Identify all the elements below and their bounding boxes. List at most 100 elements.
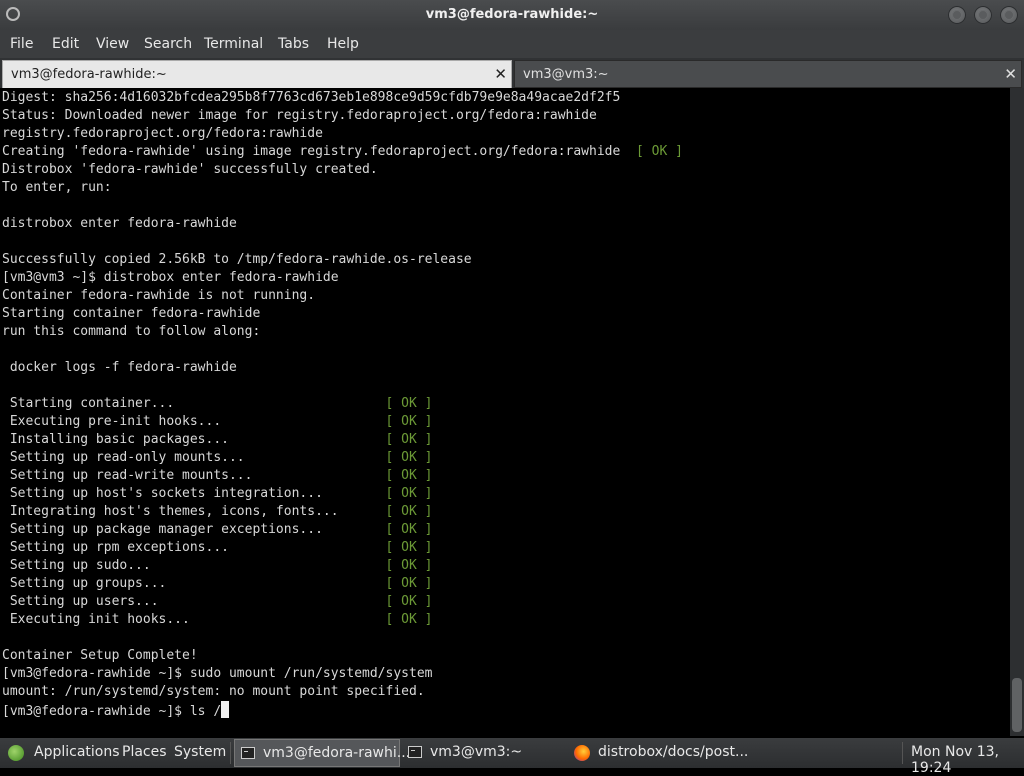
ok-status: [ OK ] [385, 504, 433, 519]
terminal-line: Executing init hooks... [ OK ] [2, 611, 433, 629]
ok-status: [ OK ] [385, 432, 433, 447]
tab-bar: vm3@fedora-rawhide:~ ✕ vm3@vm3:~ ✕ [0, 58, 1024, 88]
ok-status: [ OK ] [385, 540, 433, 555]
terminal-line: run this command to follow along: [2, 323, 260, 341]
close-window-icon[interactable] [1000, 6, 1018, 24]
terminal-line-text: Digest: sha256:4d16032bfcdea295b8f7763cd… [2, 90, 621, 105]
terminal-line-text: Setting up read-write mounts... [2, 468, 386, 483]
gnome-foot-icon [8, 745, 24, 761]
terminal-line: To enter, run: [2, 179, 112, 197]
terminal-output[interactable]: Digest: sha256:4d16032bfcdea295b8f7763cd… [0, 88, 1010, 736]
terminal-line-text: Setting up read-only mounts... [2, 450, 386, 465]
terminal-line-text: Container Setup Complete! [2, 648, 198, 663]
menu-terminal[interactable]: Terminal [204, 36, 263, 52]
terminal-line: Setting up package manager exceptions...… [2, 521, 433, 539]
applications-menu[interactable]: Applications [34, 744, 120, 760]
terminal-line: Container fedora-rawhide is not running. [2, 287, 315, 305]
terminal-line: Installing basic packages... [ OK ] [2, 431, 433, 449]
terminal-line-text: Setting up rpm exceptions... [2, 540, 386, 555]
terminal-line-text: To enter, run: [2, 180, 112, 195]
menu-bar: File Edit View Search Terminal Tabs Help [0, 30, 1024, 58]
terminal-line-text: Creating 'fedora-rawhide' using image re… [2, 144, 636, 159]
terminal-line-text: Container fedora-rawhide is not running. [2, 288, 316, 303]
terminal-line: Setting up host's sockets integration...… [2, 485, 433, 503]
terminal-line-text: Executing init hooks... [2, 612, 386, 627]
ok-status: [ OK ] [385, 558, 433, 573]
menu-view[interactable]: View [96, 36, 129, 52]
terminal-line-text: [vm3@fedora-rawhide ~]$ ls / [2, 704, 222, 719]
terminal-line: Successfully copied 2.56kB to /tmp/fedor… [2, 251, 472, 269]
terminal-icon [241, 747, 255, 759]
window-title: vm3@fedora-rawhide:~ [425, 7, 599, 22]
terminal-line-text: Setting up package manager exceptions... [2, 522, 386, 537]
terminal-line: Starting container fedora-rawhide [2, 305, 260, 323]
terminal-line-text: Setting up groups... [2, 576, 386, 591]
panel-separator [230, 742, 231, 764]
scrollbar-thumb[interactable] [1012, 678, 1022, 732]
terminal-line: Container Setup Complete! [2, 647, 198, 665]
terminal-line-text: [vm3@fedora-rawhide ~]$ sudo umount /run… [2, 666, 433, 681]
terminal-line: Status: Downloaded newer image for regis… [2, 107, 597, 125]
ok-status: [ OK ] [385, 468, 433, 483]
ok-status: [ OK ] [385, 576, 433, 591]
terminal-line: Starting container... [ OK ] [2, 395, 433, 413]
menu-file[interactable]: File [10, 36, 33, 52]
window-titlebar: vm3@fedora-rawhide:~ [0, 0, 1024, 30]
terminal-line: docker logs -f fedora-rawhide [2, 359, 237, 377]
tab-fedora-rawhide[interactable]: vm3@fedora-rawhide:~ ✕ [2, 60, 512, 88]
terminal-line-text: Status: Downloaded newer image for regis… [2, 108, 597, 123]
terminal-line: distrobox enter fedora-rawhide [2, 215, 237, 233]
taskbar-item-vm3-terminal[interactable]: vm3@vm3:~ [402, 739, 562, 767]
places-menu[interactable]: Places [122, 744, 167, 760]
maximize-icon[interactable] [974, 6, 992, 24]
terminal-line-text: Starting container fedora-rawhide [2, 306, 261, 321]
terminal-line: Integrating host's themes, icons, fonts.… [2, 503, 433, 521]
ok-status: [ OK ] [385, 594, 433, 609]
menu-edit[interactable]: Edit [52, 36, 79, 52]
terminal-line-text: docker logs -f fedora-rawhide [2, 360, 237, 375]
terminal-line-text: Integrating host's themes, icons, fonts.… [2, 504, 386, 519]
terminal-line-text: Starting container... [2, 396, 386, 411]
taskbar-item-firefox[interactable]: distrobox/docs/post... [566, 739, 896, 767]
terminal-line-text: Executing pre-init hooks... [2, 414, 386, 429]
clock[interactable]: Mon Nov 13, 19:24 [911, 744, 1024, 776]
panel-separator [902, 742, 903, 764]
ok-status: [ OK ] [385, 522, 433, 537]
minimize-icon[interactable] [948, 6, 966, 24]
terminal-line-text: [vm3@vm3 ~]$ distrobox enter fedora-rawh… [2, 270, 339, 285]
terminal-scrollbar[interactable] [1010, 88, 1024, 736]
terminal-line-text: Setting up users... [2, 594, 386, 609]
menu-search[interactable]: Search [144, 36, 192, 52]
taskbar-item-label: distrobox/docs/post... [598, 744, 749, 760]
terminal-line-text: Distrobox 'fedora-rawhide' successfully … [2, 162, 378, 177]
ok-status: [ OK ] [385, 612, 433, 627]
terminal-line: Distrobox 'fedora-rawhide' successfully … [2, 161, 378, 179]
taskbar-item-fedora-terminal[interactable]: vm3@fedora-rawhi... [234, 739, 410, 767]
text-cursor [221, 701, 230, 718]
menu-tabs[interactable]: Tabs [278, 36, 309, 52]
terminal-line: Setting up sudo... [ OK ] [2, 557, 433, 575]
terminal-line-text: Setting up sudo... [2, 558, 386, 573]
ok-status: [ OK ] [385, 414, 433, 429]
tab-label: vm3@fedora-rawhide:~ [11, 67, 167, 82]
terminal-line: [vm3@fedora-rawhide ~]$ ls / [2, 701, 230, 719]
close-tab-icon[interactable]: ✕ [1004, 65, 1017, 83]
terminal-line: Creating 'fedora-rawhide' using image re… [2, 143, 683, 161]
menu-help[interactable]: Help [327, 36, 359, 52]
terminal-line-text: registry.fedoraproject.org/fedora:rawhid… [2, 126, 323, 141]
terminal-line: Executing pre-init hooks... [ OK ] [2, 413, 433, 431]
close-tab-icon[interactable]: ✕ [494, 65, 507, 83]
ok-status: [ OK ] [385, 396, 433, 411]
terminal-line-text: Setting up host's sockets integration... [2, 486, 386, 501]
panel-taskbar: Applications Places System vm3@fedora-ra… [0, 738, 1024, 776]
terminal-line: Setting up rpm exceptions... [ OK ] [2, 539, 433, 557]
ok-status: [ OK ] [635, 144, 683, 159]
system-menu[interactable]: System [174, 744, 226, 760]
terminal-line: Setting up groups... [ OK ] [2, 575, 433, 593]
terminal-line: [vm3@fedora-rawhide ~]$ sudo umount /run… [2, 665, 432, 683]
terminal-line: Setting up read-write mounts... [ OK ] [2, 467, 433, 485]
terminal-icon [408, 746, 422, 758]
tab-vm3[interactable]: vm3@vm3:~ ✕ [514, 60, 1022, 88]
terminal-line: Digest: sha256:4d16032bfcdea295b8f7763cd… [2, 89, 620, 107]
terminal-line: registry.fedoraproject.org/fedora:rawhid… [2, 125, 323, 143]
